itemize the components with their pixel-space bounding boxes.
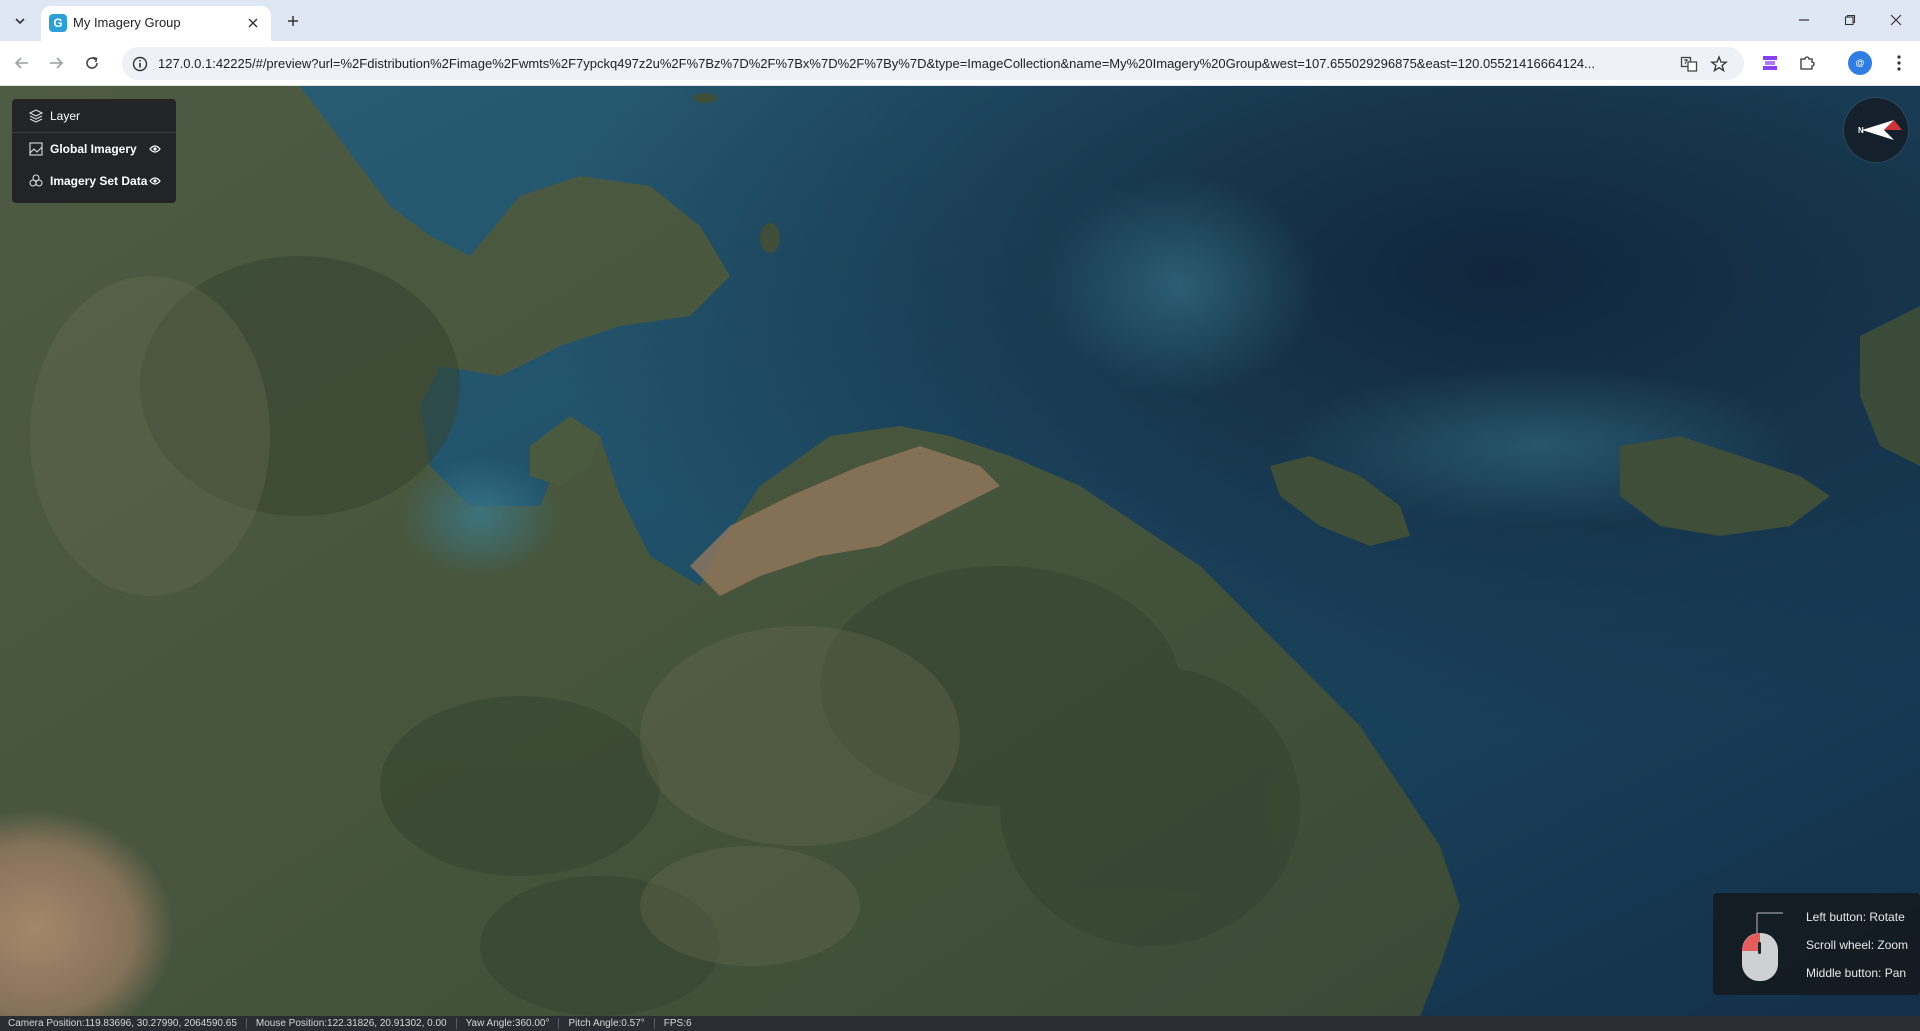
minimize-icon xyxy=(1799,19,1809,21)
layer-item-imagery-set-data[interactable]: Imagery Set Data xyxy=(12,165,176,197)
new-tab-button[interactable] xyxy=(280,8,306,34)
layer-item-global-imagery[interactable]: Global Imagery xyxy=(12,133,176,165)
arrow-right-icon xyxy=(50,57,64,69)
arrow-left-icon xyxy=(14,57,28,69)
mouse-icon xyxy=(1742,912,1783,981)
tab-close-button[interactable] xyxy=(243,13,263,33)
camera-position: Camera Position:119.83696, 30.27990, 206… xyxy=(8,1018,237,1029)
eye-icon[interactable] xyxy=(148,174,162,188)
minimize-button[interactable] xyxy=(1788,6,1820,34)
forward-button[interactable] xyxy=(42,49,70,77)
close-window-button[interactable] xyxy=(1880,6,1912,34)
url-text[interactable]: 127.0.0.1:42225/#/preview?url=%2Fdistrib… xyxy=(158,56,1668,71)
image-icon xyxy=(28,141,44,157)
compass-needle-icon: N xyxy=(1858,120,1902,140)
compass-widget[interactable]: N xyxy=(1844,98,1908,162)
satellite-imagery[interactable] xyxy=(0,86,1920,1016)
map-viewport[interactable]: Layer Global Imagery Imagery Set Data N … xyxy=(0,86,1920,1016)
info-icon xyxy=(132,56,148,72)
layer-item-label: Global Imagery xyxy=(50,142,137,156)
plus-icon xyxy=(288,16,298,26)
browser-tab-strip: G My Imagery Group xyxy=(0,0,1920,41)
browser-toolbar: 127.0.0.1:42225/#/preview?url=%2Fdistrib… xyxy=(0,41,1920,86)
active-tab[interactable]: G My Imagery Group xyxy=(41,6,271,41)
mouse-position: Mouse Position:122.31826, 20.91302, 0.00 xyxy=(255,1018,447,1029)
more-vertical-icon xyxy=(1897,55,1901,71)
back-button[interactable] xyxy=(8,49,36,77)
reload-icon xyxy=(86,56,98,69)
fps-counter: FPS:6 xyxy=(663,1018,692,1029)
address-bar[interactable]: 127.0.0.1:42225/#/preview?url=%2Fdistrib… xyxy=(122,47,1744,80)
extensions-menu-button[interactable] xyxy=(1794,50,1820,76)
star-icon xyxy=(1710,55,1728,73)
puzzle-icon xyxy=(1800,56,1815,70)
status-bar: Camera Position:119.83696, 30.27990, 206… xyxy=(0,1016,1920,1031)
translate-icon xyxy=(1680,56,1698,72)
pitch-angle: Pitch Angle:0.57° xyxy=(568,1018,645,1029)
layer-item-label: Imagery Set Data xyxy=(50,174,148,188)
tab-title: My Imagery Group xyxy=(73,15,181,30)
mouse-help-scroll: Scroll wheel: Zoom xyxy=(1806,938,1909,952)
image-set-icon xyxy=(28,173,44,189)
yaw-angle: Yaw Angle:360.00° xyxy=(465,1018,550,1029)
profile-avatar[interactable]: @ xyxy=(1848,51,1872,75)
status-separator xyxy=(653,1018,655,1029)
layer-panel-title: Layer xyxy=(50,108,81,123)
bookmark-button[interactable] xyxy=(1708,53,1730,75)
reload-button[interactable] xyxy=(78,49,106,77)
eye-icon[interactable] xyxy=(148,142,162,156)
close-icon xyxy=(1890,14,1902,26)
layer-panel-header[interactable]: Layer xyxy=(12,99,176,133)
tab-search-button[interactable] xyxy=(8,9,32,33)
layer-panel: Layer Global Imagery Imagery Set Data xyxy=(12,99,176,203)
restore-icon xyxy=(1844,14,1856,26)
layers-icon xyxy=(28,108,44,124)
status-separator xyxy=(455,1018,457,1029)
mouse-help-left: Left button: Rotate xyxy=(1806,910,1905,924)
extension-app-icon xyxy=(1763,56,1777,70)
compass-north-label: N xyxy=(1858,126,1864,135)
close-icon xyxy=(248,18,258,28)
chevron-down-icon xyxy=(15,18,25,25)
tab-favicon-icon: G xyxy=(49,14,67,32)
restore-button[interactable] xyxy=(1834,6,1866,34)
browser-menu-button[interactable] xyxy=(1886,50,1912,76)
mouse-help-middle: Middle button: Pan xyxy=(1806,966,1907,980)
status-separator xyxy=(245,1018,247,1029)
site-info-button[interactable] xyxy=(130,54,150,74)
translate-button[interactable] xyxy=(1678,53,1700,75)
status-separator xyxy=(558,1018,560,1029)
extension-button[interactable] xyxy=(1757,50,1783,76)
mouse-controls-help: Left button: Rotate Scroll wheel: Zoom M… xyxy=(1713,893,1920,995)
